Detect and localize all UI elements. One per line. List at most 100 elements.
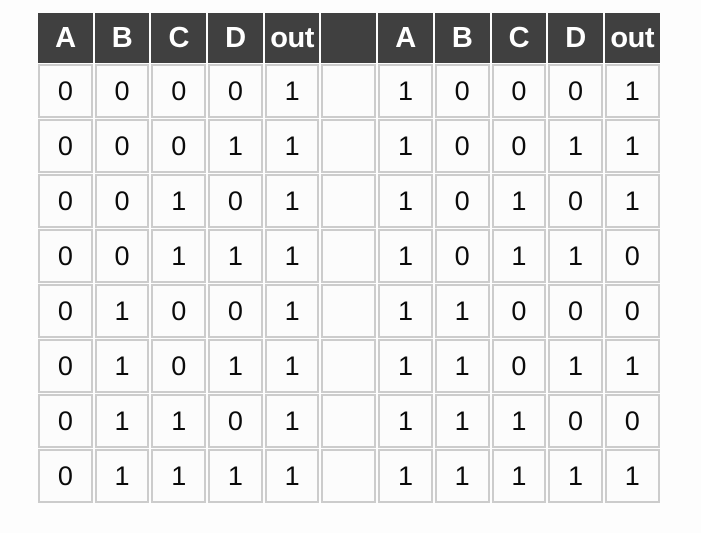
table-cell: 1 xyxy=(378,449,433,503)
table-cell-spacer xyxy=(321,229,377,283)
table-cell: 1 xyxy=(378,284,433,338)
table-cell: 0 xyxy=(434,229,490,283)
table-cell: 0 xyxy=(151,119,207,173)
table-cell: 0 xyxy=(94,229,150,283)
table-cell: 1 xyxy=(151,174,207,228)
table-cell: 1 xyxy=(94,339,150,393)
table-cell: 0 xyxy=(491,284,547,338)
table-cell: 0 xyxy=(38,64,93,118)
table-cell: 1 xyxy=(491,449,547,503)
table-cell-spacer xyxy=(321,174,377,228)
table-cell: 1 xyxy=(208,449,263,503)
table-cell: 0 xyxy=(151,339,207,393)
table-cell: 0 xyxy=(38,339,93,393)
table-header-cell-c: C xyxy=(151,13,207,63)
table-cell: 0 xyxy=(38,229,93,283)
table-cell: 0 xyxy=(208,174,263,228)
table-cell: 1 xyxy=(604,449,660,503)
table-header-cell-d: D xyxy=(548,13,603,63)
table-header-cell-b: B xyxy=(94,13,150,63)
table-cell: 0 xyxy=(434,119,490,173)
table-cell: 1 xyxy=(264,449,320,503)
table-cell: 1 xyxy=(491,229,547,283)
table-cell: 1 xyxy=(378,339,433,393)
table-header-row: A B C Dout A B C Dout xyxy=(38,13,660,63)
truth-table: A B C Dout A B C Dout 0000110001000111001100101… xyxy=(36,12,662,504)
table-cell: 1 xyxy=(378,119,433,173)
table-cell: 1 xyxy=(264,229,320,283)
table-cell: 0 xyxy=(38,119,93,173)
table-header-cell-d: D xyxy=(208,13,263,63)
table-cell: 1 xyxy=(94,449,150,503)
table-cell: 0 xyxy=(548,284,603,338)
table-cell: 1 xyxy=(604,119,660,173)
table-cell: 0 xyxy=(38,449,93,503)
table-cell: 1 xyxy=(548,449,603,503)
table-cell: 1 xyxy=(264,284,320,338)
table-cell: 1 xyxy=(264,64,320,118)
table-cell: 0 xyxy=(208,394,263,448)
table-cell: 0 xyxy=(208,64,263,118)
table-cell: 1 xyxy=(264,174,320,228)
table-cell: 1 xyxy=(491,394,547,448)
table-cell: 1 xyxy=(548,119,603,173)
table-cell: 0 xyxy=(604,284,660,338)
table-cell-spacer xyxy=(321,449,377,503)
table-cell: 0 xyxy=(94,174,150,228)
truth-table-container: A B C Dout A B C Dout 0000110001000111001100101… xyxy=(36,12,660,504)
table-cell: 1 xyxy=(94,284,150,338)
table-cell: 0 xyxy=(548,394,603,448)
table-cell: 1 xyxy=(604,339,660,393)
table-cell: 1 xyxy=(378,64,433,118)
table-cell: 1 xyxy=(434,449,490,503)
table-cell: 1 xyxy=(208,229,263,283)
table-cell: 1 xyxy=(264,119,320,173)
table-cell: 1 xyxy=(548,339,603,393)
table-row: 0110111100 xyxy=(38,394,660,448)
table-cell: 1 xyxy=(378,174,433,228)
table-cell: 0 xyxy=(604,229,660,283)
table-cell-spacer xyxy=(321,284,377,338)
table-cell: 1 xyxy=(604,64,660,118)
table-header-cell-c: C xyxy=(491,13,547,63)
table-header-cell-out: out xyxy=(604,13,660,63)
table-row: 0001110011 xyxy=(38,119,660,173)
table-head: A B C Dout A B C Dout xyxy=(38,13,660,63)
table-cell: 1 xyxy=(604,174,660,228)
table-cell: 0 xyxy=(434,174,490,228)
table-cell: 1 xyxy=(264,394,320,448)
table-header-cell-out: out xyxy=(264,13,320,63)
table-cell: 1 xyxy=(151,394,207,448)
table-row: 0101111011 xyxy=(38,339,660,393)
table-cell: 0 xyxy=(38,284,93,338)
table-cell: 1 xyxy=(548,229,603,283)
table-cell: 0 xyxy=(434,64,490,118)
table-row: 0011110110 xyxy=(38,229,660,283)
table-row: 0111111111 xyxy=(38,449,660,503)
table-cell: 0 xyxy=(491,64,547,118)
table-cell: 0 xyxy=(208,284,263,338)
table-cell: 0 xyxy=(38,174,93,228)
table-cell-spacer xyxy=(321,394,377,448)
table-cell: 0 xyxy=(151,64,207,118)
table-cell: 0 xyxy=(491,339,547,393)
table-cell: 1 xyxy=(151,449,207,503)
table-row: 0100111000 xyxy=(38,284,660,338)
table-cell: 1 xyxy=(264,339,320,393)
table-cell: 1 xyxy=(434,284,490,338)
table-cell: 0 xyxy=(94,64,150,118)
table-cell-spacer xyxy=(321,64,377,118)
table-cell: 1 xyxy=(208,119,263,173)
table-body: 0000110001000111001100101101010011110110… xyxy=(38,64,660,503)
table-cell: 0 xyxy=(604,394,660,448)
table-cell: 1 xyxy=(151,229,207,283)
table-header-spacer xyxy=(321,13,377,63)
table-header-cell-b: B xyxy=(434,13,490,63)
table-cell: 1 xyxy=(94,394,150,448)
table-row: 0000110001 xyxy=(38,64,660,118)
table-cell: 0 xyxy=(151,284,207,338)
table-cell: 0 xyxy=(38,394,93,448)
table-cell: 0 xyxy=(94,119,150,173)
table-cell: 0 xyxy=(548,64,603,118)
table-header-cell-a: A xyxy=(38,13,93,63)
